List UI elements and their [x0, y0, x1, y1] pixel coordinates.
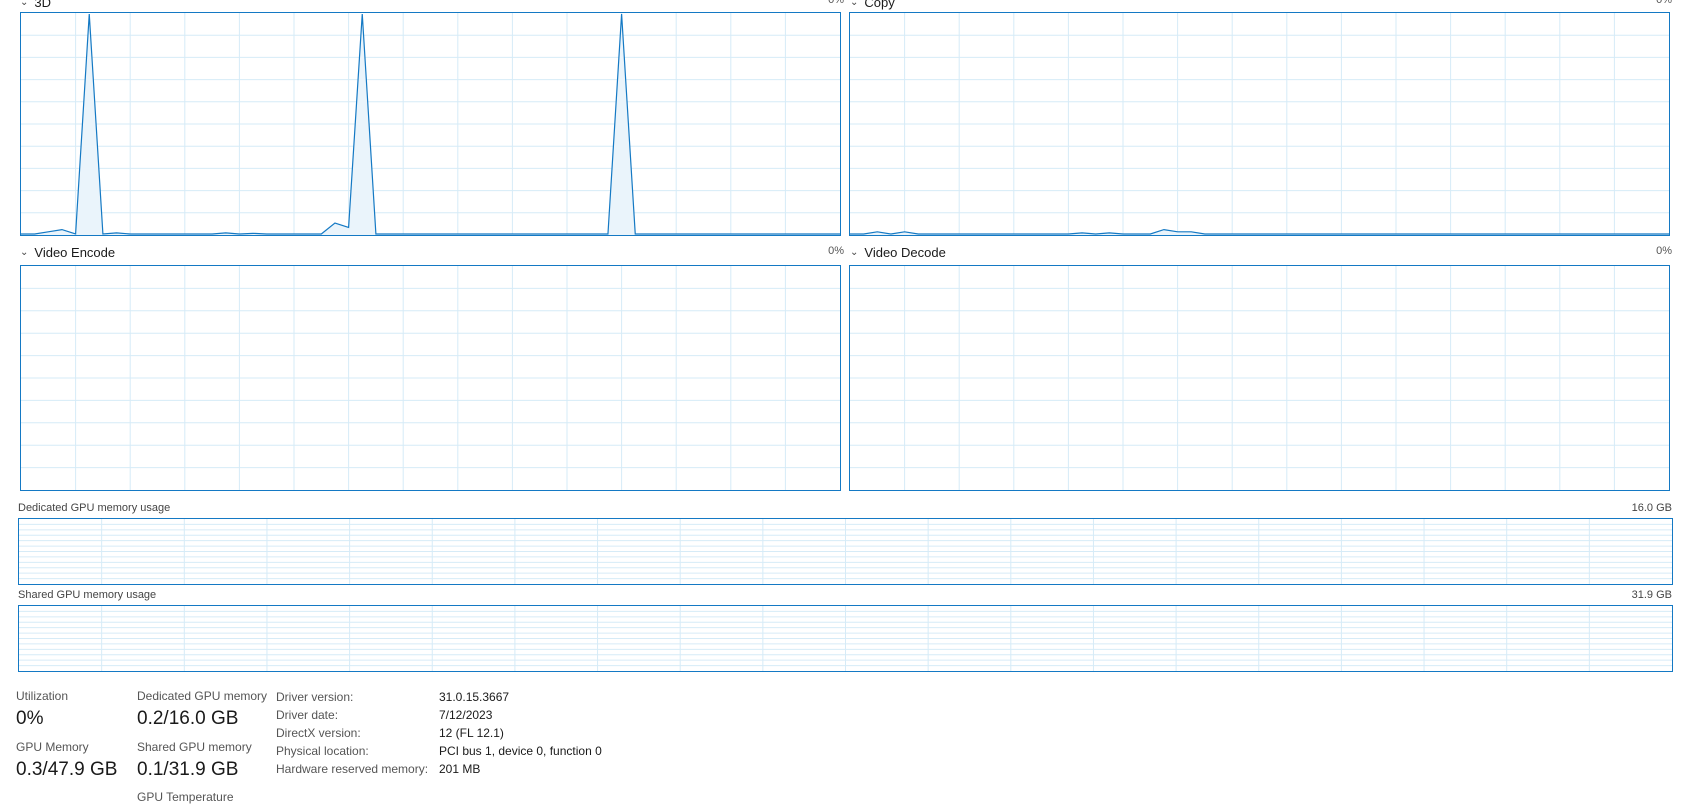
dedicated-memory-usage-label: Dedicated GPU memory usage — [18, 502, 171, 514]
graph-canvas — [21, 13, 840, 235]
graph-grid — [19, 606, 1672, 671]
graph-3d — [20, 12, 841, 236]
graph-grid — [19, 519, 1672, 584]
driver-version-key: Driver version: — [276, 690, 354, 704]
chevron-down-icon[interactable]: ⌄ — [850, 0, 858, 8]
graph-canvas — [850, 13, 1669, 235]
graph-copy — [849, 12, 1670, 236]
dedicated-memory-usage-max: 16.0 GB — [1631, 502, 1672, 514]
graph-grid — [21, 13, 840, 235]
shared-gpu-memory-label: Shared GPU memory — [137, 740, 252, 754]
panel-copy-value: 0% — [1656, 0, 1672, 6]
panel-video-encode-header[interactable]: ⌄ Video Encode — [20, 244, 115, 260]
panel-video-encode-label: Video Encode — [34, 244, 116, 260]
utilization-value: 0% — [16, 708, 44, 729]
panel-copy-header[interactable]: ⌄ Copy — [850, 0, 895, 10]
driver-version-value: 31.0.15.3667 — [439, 690, 510, 704]
physical-location-value: PCI bus 1, device 0, function 0 — [439, 744, 602, 758]
driver-date-key: Driver date: — [276, 708, 339, 722]
gpu-memory-value: 0.3/47.9 GB — [16, 759, 118, 780]
panel-video-decode-header[interactable]: ⌄ Video Decode — [850, 244, 946, 260]
shared-memory-usage-label: Shared GPU memory usage — [18, 589, 157, 601]
graph-grid — [850, 13, 1669, 235]
chevron-down-icon[interactable]: ⌄ — [850, 247, 858, 258]
series-line — [850, 228, 1669, 235]
graph-video-decode — [849, 265, 1670, 491]
driver-date-value: 7/12/2023 — [439, 708, 493, 722]
dedicated-gpu-memory-value: 0.2/16.0 GB — [137, 708, 239, 729]
graph-shared-memory — [18, 605, 1673, 672]
utilization-label: Utilization — [16, 689, 69, 703]
chevron-down-icon[interactable]: ⌄ — [20, 247, 28, 258]
graph-canvas — [21, 266, 840, 490]
panel-copy-label: Copy — [864, 0, 895, 10]
physical-location-key: Physical location: — [276, 744, 369, 758]
panel-video-encode-value: 0% — [828, 245, 844, 257]
directx-version-value: 12 (FL 12.1) — [439, 726, 504, 740]
gpu-temperature-label: GPU Temperature — [137, 790, 234, 804]
dedicated-gpu-memory-label: Dedicated GPU memory — [137, 689, 268, 703]
shared-memory-usage-max: 31.9 GB — [1631, 589, 1672, 601]
graph-canvas — [850, 266, 1669, 490]
graph-video-encode — [20, 265, 841, 491]
panel-video-decode-value: 0% — [1656, 245, 1672, 257]
shared-gpu-memory-value: 0.1/31.9 GB — [137, 759, 239, 780]
directx-version-key: DirectX version: — [276, 726, 361, 740]
panel-3d-header[interactable]: ⌄ 3D — [20, 0, 51, 10]
panel-3d-label: 3D — [34, 0, 52, 10]
graph-grid — [850, 266, 1669, 490]
graph-grid — [21, 266, 840, 490]
panel-3d-value: 0% — [828, 0, 844, 6]
graph-dedicated-memory — [18, 518, 1673, 585]
chevron-down-icon[interactable]: ⌄ — [20, 0, 28, 8]
graph-canvas — [19, 606, 1672, 671]
hardware-reserved-memory-value: 201 MB — [439, 762, 481, 776]
panel-video-decode-label: Video Decode — [864, 244, 946, 260]
graph-canvas — [19, 519, 1672, 584]
hardware-reserved-memory-key: Hardware reserved memory: — [276, 762, 429, 776]
gpu-memory-label: GPU Memory — [16, 740, 89, 754]
